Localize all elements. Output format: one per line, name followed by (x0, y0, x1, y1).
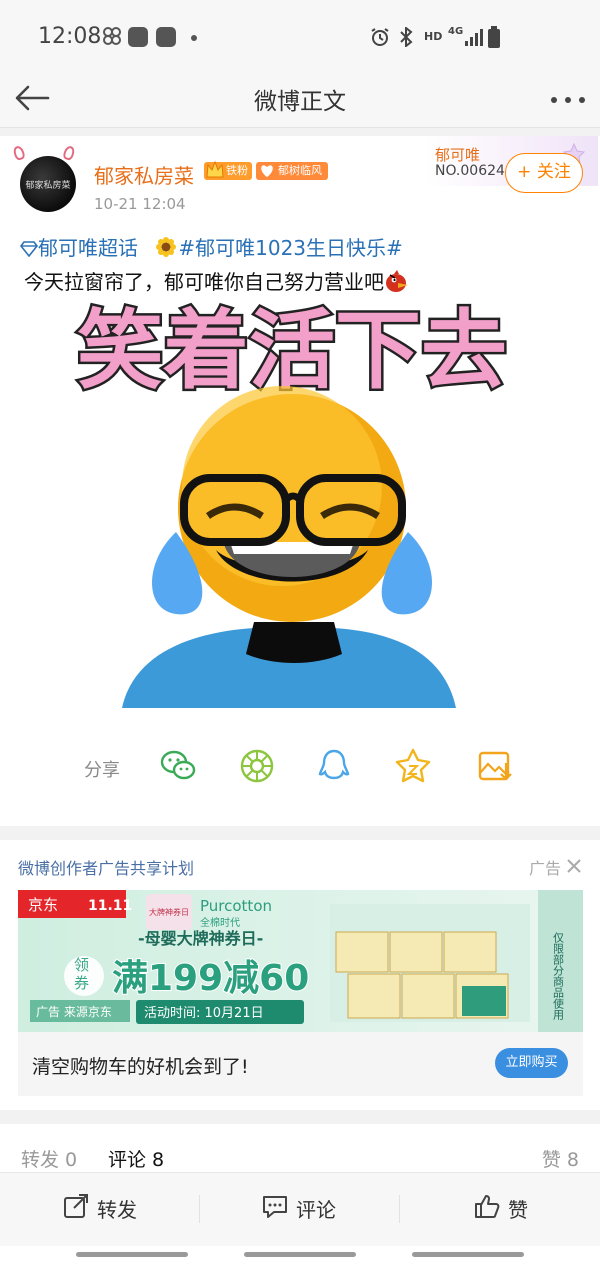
hashtag-link[interactable]: #郁可唯1023生日快乐# (178, 236, 402, 260)
purcotton-logo: Purcotton (200, 897, 272, 915)
follow-button[interactable]: + 关注 (505, 153, 583, 193)
post-topics: 郁可唯超话 #郁可唯1023生日快乐# (19, 232, 403, 261)
repost-count-tab[interactable]: 转发 0 (21, 1145, 77, 1172)
angry-bird-emoji-icon (386, 270, 408, 292)
ad-source-text: 广告 来源京东 (36, 1005, 112, 1019)
qq-icon[interactable] (315, 747, 353, 785)
ad-tag: 广告 (529, 859, 562, 878)
section-divider (0, 128, 600, 136)
save-image-icon[interactable] (476, 747, 514, 785)
comment-label: 评论 (296, 1198, 336, 1222)
section-divider (0, 1110, 600, 1124)
supertopic-link[interactable]: 郁可唯超话 (38, 236, 138, 260)
ad-footer[interactable]: 清空购物车的好机会到了! 立即购买 (18, 1032, 583, 1096)
thumbs-up-icon (475, 1195, 500, 1218)
coupon-label-text: 券 (74, 974, 89, 992)
close-icon[interactable] (565, 857, 583, 875)
toolbar-divider (199, 1195, 200, 1223)
network-4g-indicator: 4G (448, 26, 464, 37)
alarm-icon (371, 28, 389, 46)
jd-badge-text: 大牌神券日 (149, 907, 189, 917)
status-time: 12:08 (38, 24, 102, 49)
post-timestamp: 10-21 12:04 (94, 195, 186, 213)
event-title: -母婴大牌神券日- (138, 929, 263, 948)
post-body-text: 今天拉窗帘了，郁可唯你自己努力营业吧 (24, 270, 384, 294)
wechat-icon[interactable] (159, 747, 197, 785)
heart-badge-icon (259, 163, 275, 179)
ad-banner-graphic: 京东 11.11 大牌神券日 Purcotton 全棉时代 -母婴大牌神券日- … (18, 890, 583, 1032)
bottom-toolbar: 转发 评论 赞 (0, 1172, 600, 1246)
post-text: 今天拉窗帘了，郁可唯你自己努力营业吧 (24, 266, 410, 295)
gesture-bar (76, 1252, 188, 1257)
avatar-text: 郁家私房菜 (25, 181, 71, 191)
like-label: 赞 (508, 1198, 528, 1222)
jd-logo-text: 京东 (28, 896, 58, 914)
nav-bar: 微博正文 (0, 72, 600, 128)
app-notification-icon (128, 27, 148, 47)
repost-button[interactable]: 转发 (63, 1185, 153, 1225)
app-notification-icon (156, 27, 176, 47)
repost-label: 转发 (97, 1198, 137, 1222)
bunny-ear-decoration (61, 144, 77, 162)
sale-logo-text: 11.11 (88, 898, 132, 914)
ad-note-text: 仅限部分商品使用 (552, 932, 565, 1021)
signal-icon (465, 29, 483, 46)
avatar[interactable]: 郁家私房菜 (20, 156, 76, 212)
section-divider (0, 826, 600, 840)
gesture-bar (412, 1252, 524, 1257)
hd-indicator: HD (424, 30, 443, 43)
more-notifications-dot (191, 35, 197, 41)
ad-text: 清空购物车的好机会到了! (32, 1056, 249, 1078)
ad-banner[interactable]: 京东 11.11 大牌神券日 Purcotton 全棉时代 -母婴大牌神券日- … (18, 890, 583, 1032)
status-bar: 12:08 HD 4G (0, 0, 600, 72)
fan-group-label: 郁树临风 (278, 164, 322, 177)
share-label: 分享 (84, 760, 120, 781)
comment-button[interactable]: 评论 (262, 1185, 352, 1225)
fan-group-badge[interactable]: 郁树临风 (256, 162, 328, 180)
offer-text: 满199减60 (112, 958, 309, 999)
page-title: 微博正文 (254, 89, 346, 115)
buy-now-button[interactable]: 立即购买 (495, 1048, 568, 1078)
toolbar-divider (399, 1195, 400, 1223)
sunflower-icon (156, 237, 177, 257)
moments-icon[interactable] (238, 747, 276, 785)
fan-card-number: NO.006244 (435, 163, 514, 179)
ad-program-title[interactable]: 微博创作者广告共享计划 (18, 855, 194, 879)
bunny-ear-decoration (11, 144, 27, 162)
more-options-icon[interactable] (550, 90, 586, 110)
event-date: 活动时间: 10月21日 (144, 1006, 264, 1021)
post-image[interactable]: 笑着活下去 (24, 292, 559, 712)
like-button[interactable]: 赞 (474, 1185, 544, 1225)
fan-card-name: 郁可唯 (435, 146, 481, 164)
diamond-icon (19, 241, 39, 258)
comment-count-tab[interactable]: 评论 8 (108, 1145, 164, 1172)
gesture-bar (244, 1252, 356, 1257)
purcotton-cn-text: 全棉时代 (200, 916, 240, 929)
fan-badge[interactable]: 铁粉 (204, 160, 252, 180)
bluetooth-icon (400, 27, 413, 47)
comment-icon (263, 1196, 287, 1218)
battery-icon (488, 26, 500, 48)
coupon-receive-text: 领 (74, 956, 89, 974)
crown-icon (206, 160, 224, 178)
favorite-star-icon[interactable] (394, 747, 432, 785)
author-name[interactable]: 郁家私房菜 (94, 160, 194, 189)
repost-icon (64, 1194, 88, 1218)
pinwheel-icon (103, 27, 121, 45)
like-count-tab[interactable]: 赞 8 (542, 1145, 579, 1172)
fan-badge-label: 铁粉 (226, 164, 248, 177)
image-caption: 笑着活下去 (77, 301, 507, 401)
